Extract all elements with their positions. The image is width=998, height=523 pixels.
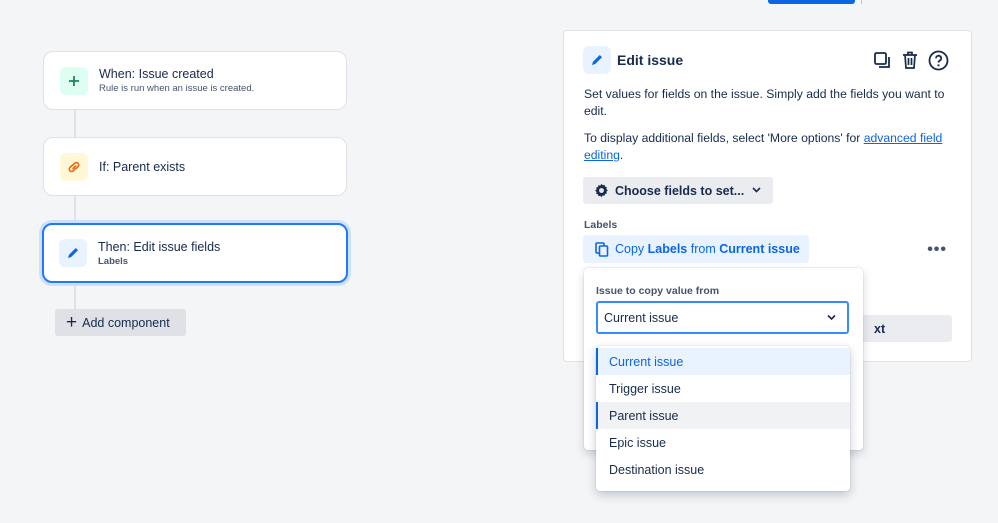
chevron-down-icon xyxy=(826,310,837,327)
connector-line xyxy=(74,110,76,138)
menu-option[interactable]: Epic issue xyxy=(596,429,850,456)
trash-icon[interactable] xyxy=(899,49,921,71)
trigger-card[interactable]: When: Issue created Rule is run when an … xyxy=(43,51,347,110)
top-divider xyxy=(861,0,862,4)
panel-actions xyxy=(871,49,949,71)
menu-option[interactable]: Current issue xyxy=(596,348,850,375)
advanced-note-text: To display additional fields, select 'Mo… xyxy=(584,131,864,145)
choose-fields-label: Choose fields to set... xyxy=(615,183,745,198)
menu-option[interactable]: Parent issue xyxy=(596,402,850,429)
copy-source-label: Issue to copy value from xyxy=(596,285,720,297)
plus-icon xyxy=(60,66,88,95)
condition-card[interactable]: If: Parent exists xyxy=(43,137,347,196)
copy-source-name: Current issue xyxy=(719,242,800,256)
panel-advanced-note: To display additional fields, select 'Mo… xyxy=(584,130,956,164)
copy-source-select[interactable]: Current issue xyxy=(596,301,849,334)
action-subtitle: Labels xyxy=(98,255,129,267)
action-title: Then: Edit issue fields xyxy=(98,239,221,254)
copy-mid: from xyxy=(687,242,720,256)
add-component-label: Add component xyxy=(82,315,170,330)
panel-description: Set values for fields on the issue. Simp… xyxy=(584,87,945,118)
copy-icon xyxy=(595,241,609,257)
panel-header: Edit issue xyxy=(583,46,683,74)
chevron-down-icon xyxy=(752,185,761,196)
trigger-title: When: Issue created xyxy=(99,67,214,81)
plus-icon: + xyxy=(66,312,78,333)
top-primary-button[interactable] xyxy=(768,0,855,4)
trigger-subtitle: Rule is run when an issue is created. xyxy=(99,83,255,94)
copy-source-menu: Current issue Trigger issue Parent issue… xyxy=(596,346,850,491)
next-button-label: xt xyxy=(874,321,886,336)
help-icon[interactable] xyxy=(927,49,949,71)
more-icon[interactable]: ••• xyxy=(927,241,947,259)
condition-title: If: Parent exists xyxy=(99,159,186,174)
advanced-note-period: . xyxy=(619,148,624,162)
gear-icon xyxy=(594,183,609,198)
panel-title: Edit issue xyxy=(617,52,684,68)
choose-fields-button[interactable]: Choose fields to set... xyxy=(583,177,773,204)
copy-source-value: Current issue xyxy=(604,310,679,325)
menu-option[interactable]: Trigger issue xyxy=(596,375,850,402)
next-button[interactable]: xt xyxy=(854,315,952,342)
copy-prefix: Copy xyxy=(615,242,648,256)
copy-labels-button[interactable]: Copy Labels from Current issue xyxy=(583,235,809,263)
labels-field-label: Labels xyxy=(584,219,618,231)
add-component-button[interactable]: + Add component xyxy=(55,309,186,336)
pencil-icon xyxy=(583,46,611,74)
action-card[interactable]: Then: Edit issue fields Labels xyxy=(42,223,348,283)
copy-field-name: Labels xyxy=(647,242,688,256)
connector-line xyxy=(74,196,76,224)
duplicate-icon[interactable] xyxy=(871,49,893,71)
pencil-icon xyxy=(59,239,87,267)
menu-option[interactable]: Destination issue xyxy=(596,456,850,483)
connector-line xyxy=(74,284,76,310)
link-icon xyxy=(60,152,88,181)
